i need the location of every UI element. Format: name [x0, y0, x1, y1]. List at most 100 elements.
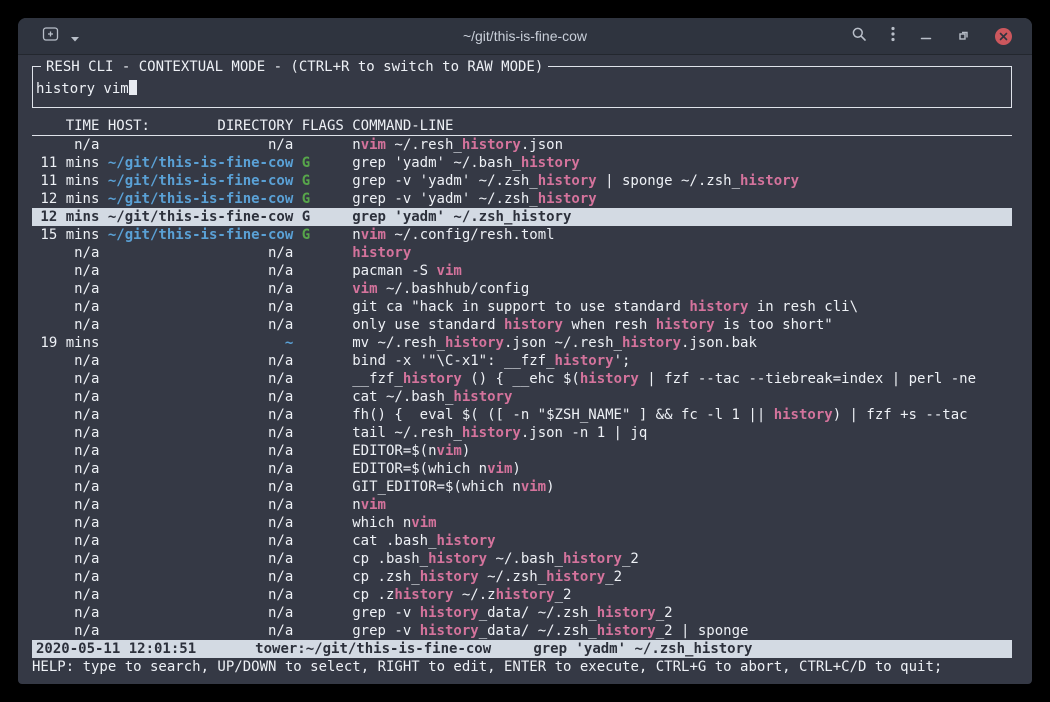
command-text: cat ~/.bash_ [352, 389, 453, 405]
command-text: ) [462, 443, 470, 459]
match-highlight: history [538, 191, 597, 207]
command-text: grep 'yadm' ~/.bash_ [352, 155, 521, 171]
command-text: n [352, 497, 360, 513]
history-row[interactable]: n/an/awhich nvim [32, 514, 1012, 532]
history-row[interactable]: n/an/acp .bash_history ~/.bash_history_2 [32, 550, 1012, 568]
history-row[interactable]: n/a n/a cat ~/.bash_history [32, 388, 1012, 406]
command-text: | sponge ~/.zsh_ [597, 173, 740, 189]
row-flags [302, 352, 344, 370]
row-time: n/a [32, 496, 99, 514]
row-flags [302, 622, 344, 640]
row-time: 19 mins [32, 334, 99, 352]
row-flags [302, 424, 344, 442]
history-row[interactable]: 11 mins~/git/this-is-fine-cowGgrep 'yadm… [32, 154, 1012, 172]
row-command: cp .zsh_history ~/.zsh_history_2 [352, 568, 1012, 586]
row-directory: n/a [108, 622, 293, 640]
row-flags [302, 586, 344, 604]
row-flags [302, 406, 344, 424]
header-command: COMMAND-LINE [352, 117, 1012, 135]
match-highlight: history [555, 353, 614, 369]
history-row[interactable]: n/an/agit ca "hack in support to use sta… [32, 298, 1012, 316]
match-highlight: history [403, 371, 462, 387]
row-flags [302, 262, 344, 280]
history-row[interactable]: 12 mins~/git/this-is-fine-cowGgrep -v 'y… [32, 190, 1012, 208]
minimize-button[interactable] [919, 27, 933, 46]
row-flags [302, 334, 344, 352]
history-row[interactable]: n/an/aEDITOR=$(which nvim) [32, 460, 1012, 478]
history-row[interactable]: n/an/anvim ~/.resh_history.json [32, 136, 1012, 154]
match-highlight: history [420, 569, 479, 585]
match-highlight: history [394, 587, 453, 603]
history-row[interactable]: n/an/abind -x '"\C-x1": __fzf_history'; [32, 352, 1012, 370]
history-row[interactable]: n/an/atail ~/.resh_history.json -n 1 | j… [32, 424, 1012, 442]
new-tab-button[interactable] [42, 26, 60, 46]
history-row[interactable]: n/an/aGIT_EDITOR=$(which nvim) [32, 478, 1012, 496]
command-text: EDITOR=$(which n [352, 461, 487, 477]
search-query-text: history vim [36, 81, 129, 97]
command-text: () { __ehc $( [462, 371, 580, 387]
command-text: ) [512, 461, 520, 477]
row-command: nvim ~/.config/resh.toml [352, 226, 1012, 244]
row-time: n/a [32, 298, 99, 316]
command-text: grep -v [352, 605, 419, 621]
history-row[interactable]: n/an/avim ~/.bashhub/config [32, 280, 1012, 298]
history-row[interactable]: n/an/afh() { eval $( ([ -n "$ZSH_NAME" ]… [32, 406, 1012, 424]
command-text: bind -x '"\C-x1": __fzf_ [352, 353, 554, 369]
restore-button[interactable] [957, 27, 971, 46]
row-time: n/a [32, 550, 99, 568]
command-text: git ca "hack in support to use standard [352, 299, 689, 315]
row-time: 15 mins [32, 226, 99, 244]
match-highlight: history [521, 155, 580, 171]
command-text: when resh [563, 317, 656, 333]
match-highlight: vim [352, 281, 377, 297]
match-highlight: history [496, 587, 555, 603]
history-row[interactable]: 19 mins~mv ~/.resh_history.json ~/.resh_… [32, 334, 1012, 352]
history-row[interactable]: 11 mins~/git/this-is-fine-cowGgrep -v 'y… [32, 172, 1012, 190]
history-row[interactable]: n/an/anvim [32, 496, 1012, 514]
history-row[interactable]: n/an/aonly use standard history when res… [32, 316, 1012, 334]
resh-mode-title: RESH CLI - CONTEXTUAL MODE - (CTRL+R to … [41, 58, 548, 76]
row-command: pacman -S vim [352, 262, 1012, 280]
row-time: n/a [32, 478, 99, 496]
row-flags: G [302, 190, 344, 208]
history-row[interactable]: n/an/agrep -v history_data/ ~/.zsh_histo… [32, 622, 1012, 640]
row-time: 11 mins [32, 154, 99, 172]
row-flags [302, 496, 344, 514]
new-tab-dropdown-button[interactable] [70, 27, 80, 46]
row-time: n/a [32, 280, 99, 298]
row-time: n/a [32, 442, 99, 460]
history-row-selected[interactable]: 12 mins~/git/this-is-fine-cowGgrep 'yadm… [32, 208, 1012, 226]
row-directory: ~/git/this-is-fine-cow [108, 190, 293, 208]
command-text: _data/ ~/.zsh_ [479, 623, 597, 639]
history-row[interactable]: 15 mins~/git/this-is-fine-cowGnvim ~/.co… [32, 226, 1012, 244]
history-row[interactable]: n/an/a__fzf_history () { __ehc $(history… [32, 370, 1012, 388]
history-row[interactable]: n/an/acat .bash_history [32, 532, 1012, 550]
history-row[interactable]: n/an/ahistory [32, 244, 1012, 262]
row-time: 11 mins [32, 172, 99, 190]
match-highlight: vim [437, 263, 462, 279]
history-row[interactable]: n/an/aEDITOR=$(nvim) [32, 442, 1012, 460]
match-highlight: vim [521, 479, 546, 495]
history-row[interactable]: n/an/acp .zhistory ~/.zhistory_2 [32, 586, 1012, 604]
search-input[interactable]: history vim [36, 80, 1003, 98]
command-text: cp .bash_ [352, 551, 428, 567]
history-row[interactable]: n/an/acp .zsh_history ~/.zsh_history_2 [32, 568, 1012, 586]
match-highlight: history [453, 389, 512, 405]
close-button[interactable] [995, 28, 1012, 45]
row-flags [302, 550, 344, 568]
row-command: cp .zhistory ~/.zhistory_2 [352, 586, 1012, 604]
history-row[interactable]: n/an/apacman -S vim [32, 262, 1012, 280]
command-text: EDITOR=$(n [352, 443, 436, 459]
history-row[interactable]: n/an/agrep -v history_data/ ~/.zsh_histo… [32, 604, 1012, 622]
row-flags [302, 388, 344, 406]
row-directory: n/a [108, 388, 293, 406]
menu-button[interactable] [891, 26, 895, 46]
text-cursor [129, 80, 137, 95]
row-flags [302, 514, 344, 532]
match-highlight: vim [411, 515, 436, 531]
row-time: n/a [32, 388, 99, 406]
search-button[interactable] [851, 26, 867, 46]
match-highlight: history [597, 605, 656, 621]
row-directory: ~/git/this-is-fine-cow [108, 172, 293, 190]
row-time: n/a [32, 568, 99, 586]
